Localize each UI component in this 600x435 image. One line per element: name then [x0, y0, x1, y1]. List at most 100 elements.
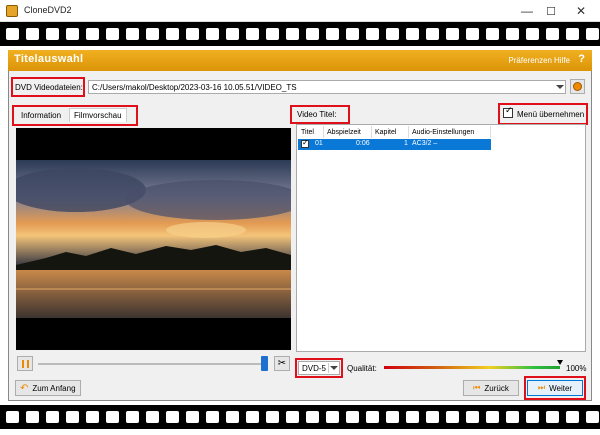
next-button-label: Weiter	[549, 383, 573, 393]
film-hole	[286, 411, 299, 423]
window-title: CloneDVD2	[24, 5, 72, 15]
film-hole	[506, 28, 519, 40]
preview-image	[16, 160, 291, 318]
film-hole	[106, 411, 119, 423]
next-button[interactable]: ⏭ Weiter	[527, 380, 583, 396]
close-button[interactable]: ✕	[562, 0, 600, 22]
film-hole	[266, 28, 279, 40]
film-hole	[426, 28, 439, 40]
tab-information[interactable]: Information	[17, 108, 65, 122]
film-strip-top	[0, 22, 600, 46]
column-header-titel[interactable]: Titel	[298, 126, 324, 138]
page-title: Titelauswahl	[14, 53, 84, 65]
cut-button[interactable]: ✂	[274, 356, 290, 371]
quality-value: 100%	[566, 364, 587, 373]
film-hole	[286, 28, 299, 40]
start-button-label: Zum Anfang	[32, 383, 76, 393]
film-hole	[46, 411, 59, 423]
film-hole	[546, 411, 559, 423]
film-hole	[6, 28, 19, 40]
pause-button[interactable]	[17, 356, 33, 371]
checkmark-icon: ✓	[505, 105, 513, 115]
film-hole	[366, 411, 379, 423]
back-button-label: Zurück	[484, 383, 509, 393]
back-arrow-icon: ↶	[20, 382, 29, 394]
film-hole	[566, 28, 579, 40]
column-header-abspielzeit[interactable]: Abspielzeit	[324, 126, 372, 138]
menu-checkbox-label: Menü übernehmen	[517, 110, 585, 119]
film-hole	[266, 411, 279, 423]
table-row[interactable]: ✓ 01 0:06 1 AC3/2 –	[298, 139, 491, 150]
film-hole	[406, 411, 419, 423]
film-hole	[366, 28, 379, 40]
film-hole	[66, 411, 79, 423]
column-header-audio[interactable]: Audio-Einstellungen	[409, 126, 491, 138]
film-hole	[526, 411, 539, 423]
film-hole	[106, 28, 119, 40]
film-hole	[306, 411, 319, 423]
film-hole	[166, 411, 179, 423]
film-hole	[26, 28, 39, 40]
row-checkbox[interactable]: ✓	[301, 138, 309, 148]
tab-filmvorschau[interactable]: Filmvorschau	[69, 108, 127, 122]
help-icon[interactable]: ?	[578, 53, 585, 65]
chevron-down-icon	[329, 366, 338, 370]
chevron-down-icon	[555, 85, 564, 89]
film-hole	[206, 411, 219, 423]
menu-checkbox[interactable]: ✓	[503, 105, 513, 118]
film-hole	[326, 28, 339, 40]
film-strip-bottom	[0, 405, 600, 429]
title-table: Titel Abspielzeit Kapitel Audio-Einstell…	[296, 124, 586, 352]
film-hole	[506, 411, 519, 423]
app-logo-icon	[6, 5, 18, 17]
film-hole	[406, 28, 419, 40]
film-hole	[386, 28, 399, 40]
film-hole	[566, 411, 579, 423]
browse-icon	[573, 82, 582, 91]
film-hole	[126, 28, 139, 40]
seek-slider-thumb[interactable]	[261, 356, 268, 371]
column-header-kapitel[interactable]: Kapitel	[372, 126, 409, 138]
film-hole	[486, 411, 499, 423]
quality-label: Qualität:	[347, 364, 377, 373]
film-hole	[346, 411, 359, 423]
film-hole	[466, 28, 479, 40]
film-hole	[326, 411, 339, 423]
film-hole	[446, 411, 459, 423]
film-hole	[526, 28, 539, 40]
film-hole	[246, 28, 259, 40]
path-dropdown-button[interactable]	[553, 80, 566, 94]
cell-audio: AC3/2 –	[412, 140, 438, 147]
film-hole	[586, 411, 599, 423]
film-hole	[446, 28, 459, 40]
film-hole	[386, 411, 399, 423]
start-button[interactable]: ↶ Zum Anfang	[15, 380, 81, 396]
pause-icon	[21, 359, 29, 368]
quality-fill	[384, 366, 560, 369]
dvd-format-value: DVD-5	[302, 364, 327, 373]
cell-kapitel: 1	[404, 140, 408, 147]
film-hole	[466, 411, 479, 423]
film-hole	[66, 28, 79, 40]
film-hole	[586, 28, 599, 40]
preferences-link[interactable]: Präferenzen	[508, 56, 552, 65]
checkmark-icon: ✓	[302, 138, 309, 147]
dvd-format-select[interactable]: DVD-5	[298, 361, 340, 375]
film-hole	[6, 411, 19, 423]
film-hole	[246, 411, 259, 423]
dropdown-button[interactable]	[328, 363, 338, 373]
film-hole	[206, 28, 219, 40]
film-hole	[306, 28, 319, 40]
film-hole	[26, 411, 39, 423]
help-link[interactable]: Hilfe	[554, 56, 570, 65]
browse-button[interactable]	[570, 79, 585, 94]
film-hole	[486, 28, 499, 40]
quality-marker-icon	[557, 360, 563, 365]
scissors-icon: ✂	[277, 357, 287, 369]
seek-slider-track[interactable]	[38, 363, 266, 365]
back-button[interactable]: ⏮ Zurück	[463, 380, 519, 396]
source-path-input[interactable]	[88, 80, 566, 94]
rewind-icon: ⏮	[473, 383, 481, 392]
film-hole	[166, 28, 179, 40]
film-hole	[46, 28, 59, 40]
